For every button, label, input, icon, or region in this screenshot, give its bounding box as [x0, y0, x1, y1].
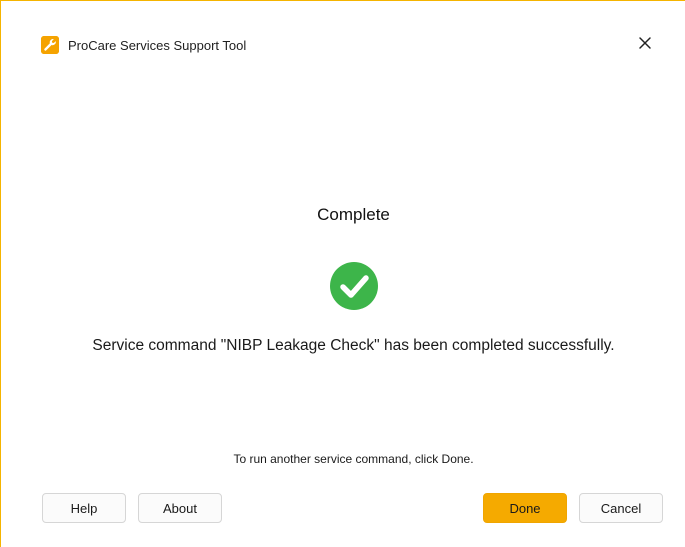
title-bar: ProCare Services Support Tool: [1, 1, 685, 91]
page-title: Complete: [317, 205, 390, 224]
window-title: ProCare Services Support Tool: [68, 38, 247, 53]
close-icon: [638, 36, 652, 55]
help-button[interactable]: Help: [42, 493, 126, 523]
status-message: Service command "NIBP Leakage Check" has…: [92, 337, 615, 354]
about-button[interactable]: About: [138, 493, 222, 523]
wrench-icon: [41, 36, 59, 54]
hint-text: To run another service command, click Do…: [233, 452, 474, 466]
done-button[interactable]: Done: [483, 493, 567, 523]
close-button[interactable]: [631, 31, 659, 59]
cancel-button[interactable]: Cancel: [579, 493, 663, 523]
dialog-window: ProCare Services Support Tool Complete S…: [0, 0, 685, 547]
check-circle-icon: [330, 262, 378, 310]
